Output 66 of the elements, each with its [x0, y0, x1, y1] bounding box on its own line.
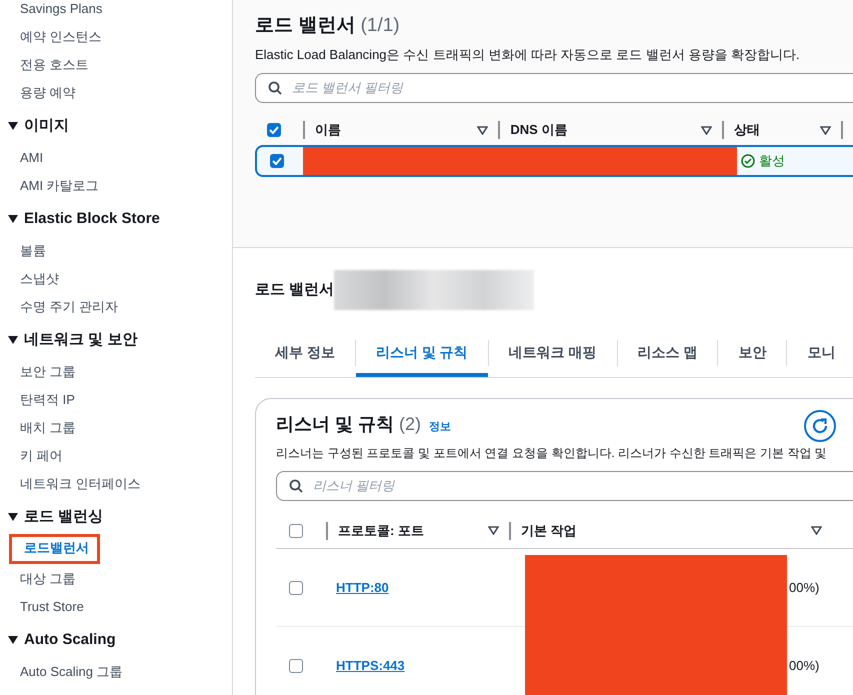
- page-title: 로드 밸런서 (1/1): [255, 14, 401, 38]
- column-header[interactable]: 이름: [315, 120, 478, 140]
- tab[interactable]: 네트워크 매핑: [488, 336, 617, 377]
- sidebar-item[interactable]: AMI: [8, 144, 232, 172]
- tab[interactable]: 모니: [787, 336, 853, 377]
- info-link[interactable]: 정보: [429, 419, 452, 436]
- sidebar-item[interactable]: 로드밸런서: [12, 537, 97, 561]
- table-cell-text: 00%): [789, 578, 820, 597]
- sort-icon[interactable]: [488, 526, 499, 535]
- sidebar-item[interactable]: 스냅샷: [8, 265, 232, 293]
- tab[interactable]: 보안: [718, 336, 786, 377]
- sort-icon[interactable]: [811, 526, 822, 535]
- search-icon: [268, 81, 282, 95]
- sidebar-item[interactable]: 볼륨: [8, 237, 232, 265]
- sidebar-item[interactable]: Auto Scaling 그룹: [8, 658, 232, 686]
- sort-icon[interactable]: [701, 126, 712, 134]
- tab[interactable]: 리스너 및 규칙: [356, 336, 488, 377]
- nav-section-header[interactable]: 이미지: [8, 108, 232, 144]
- table-cell-text: 00%): [789, 656, 820, 675]
- sort-icon[interactable]: [820, 126, 831, 134]
- sidebar-item[interactable]: Savings Plans: [8, 0, 232, 23]
- status-text: 활성: [741, 151, 785, 171]
- sidebar-item[interactable]: 수명 주기 관리자: [8, 293, 232, 321]
- caret-icon[interactable]: [8, 636, 18, 644]
- caret-icon[interactable]: [8, 215, 18, 223]
- checkbox[interactable]: [270, 154, 284, 168]
- card-title: 리스너 및 규칙 (2): [276, 413, 422, 436]
- column-header[interactable]: DNS 이름: [510, 120, 702, 140]
- refresh-icon: [811, 417, 829, 435]
- caret-icon[interactable]: [8, 122, 18, 130]
- tab[interactable]: 세부 정보: [255, 336, 355, 377]
- tab[interactable]: 리소스 맵: [618, 336, 718, 377]
- checkbox[interactable]: [267, 123, 282, 137]
- description: Elastic Load Balancing은 수신 트래픽의 변화에 따라 자동으로 로드 밸런서 용량을 확장합니다.: [255, 46, 801, 64]
- sidebar-item[interactable]: 용량 예약: [8, 79, 232, 107]
- nav-section-header[interactable]: 네트워크 및 보안: [8, 322, 232, 358]
- checkbox[interactable]: [289, 580, 303, 594]
- column-header[interactable]: 기본 작업: [521, 520, 811, 540]
- section-title: 로드 밸런서: [255, 280, 334, 300]
- checkbox[interactable]: [289, 658, 303, 672]
- column-header[interactable]: 프로토콜: 포트: [338, 520, 488, 540]
- sidebar-item[interactable]: Trust Store: [8, 593, 232, 621]
- table-row[interactable]: 활성: [255, 145, 853, 177]
- search-icon: [289, 479, 303, 493]
- nav-section-header[interactable]: 로드 밸런싱: [8, 499, 232, 535]
- sidebar-item[interactable]: 예약 인스턴스: [8, 23, 232, 51]
- sidebar-item[interactable]: AMI 카탈로그: [8, 172, 232, 200]
- refresh-button[interactable]: [804, 410, 836, 442]
- caret-icon[interactable]: [8, 336, 18, 344]
- sidebar-item[interactable]: 보안 그룹: [8, 358, 232, 386]
- sidebar-item[interactable]: 탄력적 IP: [8, 386, 232, 414]
- sidebar-item[interactable]: 키 페어: [8, 442, 232, 470]
- nav-section-header[interactable]: Elastic Block Store: [8, 201, 232, 237]
- listener-link[interactable]: HTTP:80: [336, 578, 389, 598]
- sidebar-item[interactable]: 배치 그룹: [8, 414, 232, 442]
- checkbox[interactable]: [289, 524, 303, 538]
- nav-section-header[interactable]: Auto Scaling: [8, 622, 232, 658]
- caret-icon[interactable]: [8, 513, 18, 521]
- check-circle-icon: [741, 154, 755, 168]
- sort-icon[interactable]: [477, 126, 488, 134]
- card-description: 리스너는 구성된 프로토콜 및 포트에서 연결 요청을 확인합니다. 리스너가 수신한 트래픽은 기본 작업 및: [276, 445, 828, 462]
- listener-link[interactable]: HTTPS:443: [336, 656, 405, 676]
- sidebar-item[interactable]: 전용 호스트: [8, 51, 232, 79]
- sidebar-item[interactable]: 대상 그룹: [8, 565, 232, 593]
- column-header[interactable]: 상태: [734, 120, 820, 140]
- sidebar-item[interactable]: 네트워크 인터페이스: [8, 470, 232, 498]
